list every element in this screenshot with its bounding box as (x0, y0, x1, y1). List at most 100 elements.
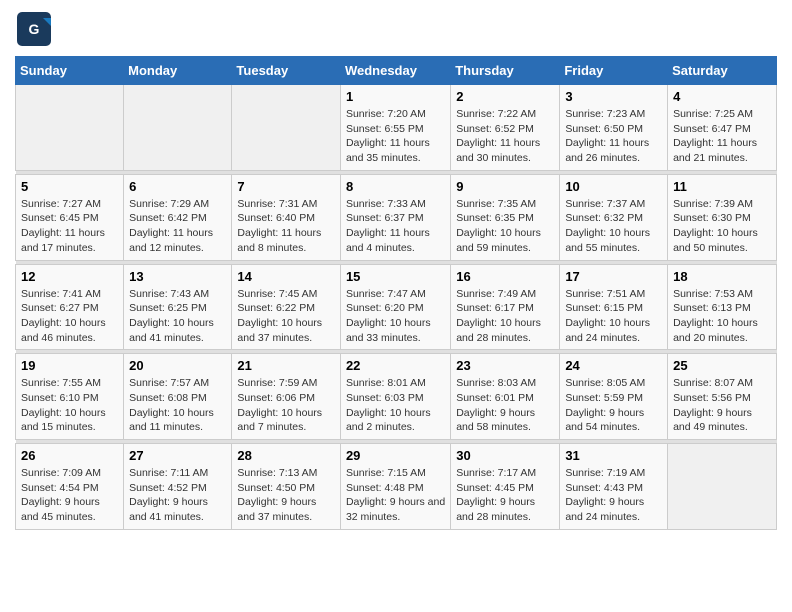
calendar-cell: 21Sunrise: 7:59 AMSunset: 6:06 PMDayligh… (232, 354, 341, 440)
page-header: G (15, 10, 777, 48)
day-number: 25 (673, 358, 771, 373)
day-info: Sunrise: 8:07 AMSunset: 5:56 PMDaylight:… (673, 376, 771, 435)
day-number: 13 (129, 269, 226, 284)
calendar-cell: 13 Sunrise: 7:43 AMSunset: 6:25 PMDayligh… (124, 264, 232, 350)
weekday-header-row: SundayMondayTuesdayWednesdayThursdayFrid… (16, 57, 777, 85)
calendar-cell: 28 Sunrise: 7:13 AMSunset: 4:50 PMDayligh… (232, 444, 341, 530)
calendar-cell: 31 Sunrise: 7:19 AMSunset: 4:43 PMDayligh… (560, 444, 668, 530)
day-number: 18 (673, 269, 771, 284)
calendar-cell (232, 85, 341, 171)
calendar-cell: 5 Sunrise: 7:27 AMSunset: 6:45 PMDaylight… (16, 174, 124, 260)
day-number: 1 (346, 89, 445, 104)
day-number: 21 (237, 358, 335, 373)
day-number: 19 (21, 358, 118, 373)
day-number: 23 (456, 358, 554, 373)
day-info: Sunrise: 7:37 AMSunset: 6:32 PMDaylight:… (565, 197, 662, 256)
calendar-cell (16, 85, 124, 171)
day-number: 5 (21, 179, 118, 194)
day-info: Sunrise: 7:39 AMSunset: 6:30 PMDaylight:… (673, 197, 771, 256)
day-info: Sunrise: 7:11 AMSunset: 4:52 PMDaylight:… (129, 466, 226, 525)
calendar-cell: 12Sunrise: 7:41 AMSunset: 6:27 PMDayligh… (16, 264, 124, 350)
calendar-cell: 8 Sunrise: 7:33 AMSunset: 6:37 PMDaylight… (340, 174, 450, 260)
weekday-header: Sunday (16, 57, 124, 85)
calendar-cell: 27 Sunrise: 7:11 AMSunset: 4:52 PMDayligh… (124, 444, 232, 530)
calendar-cell (124, 85, 232, 171)
day-info: Sunrise: 7:49 AMSunset: 6:17 PMDaylight:… (456, 287, 554, 346)
calendar-cell: 25 Sunrise: 8:07 AMSunset: 5:56 PMDayligh… (668, 354, 777, 440)
day-info: Sunrise: 7:41 AMSunset: 6:27 PMDaylight:… (21, 287, 118, 346)
day-number: 4 (673, 89, 771, 104)
calendar-cell: 22 Sunrise: 8:01 AMSunset: 6:03 PMDayligh… (340, 354, 450, 440)
day-number: 8 (346, 179, 445, 194)
day-info: Sunrise: 8:01 AMSunset: 6:03 PMDaylight:… (346, 376, 445, 435)
day-info: Sunrise: 7:15 AMSunset: 4:48 PMDaylight:… (346, 466, 445, 525)
calendar-week-row: 19 Sunrise: 7:55 AMSunset: 6:10 PMDayligh… (16, 354, 777, 440)
calendar-cell: 23 Sunrise: 8:03 AMSunset: 6:01 PMDayligh… (451, 354, 560, 440)
calendar-cell: 6 Sunrise: 7:29 AMSunset: 6:42 PMDaylight… (124, 174, 232, 260)
day-info: Sunrise: 7:33 AMSunset: 6:37 PMDaylight:… (346, 197, 445, 256)
day-info: Sunrise: 7:23 AMSunset: 6:50 PMDaylight:… (565, 107, 662, 166)
calendar-cell: 2 Sunrise: 7:22 AMSunset: 6:52 PMDaylight… (451, 85, 560, 171)
calendar-week-row: 26 Sunrise: 7:09 AMSunset: 4:54 PMDayligh… (16, 444, 777, 530)
day-info: Sunrise: 8:03 AMSunset: 6:01 PMDaylight:… (456, 376, 554, 435)
day-number: 3 (565, 89, 662, 104)
calendar-cell: 3 Sunrise: 7:23 AMSunset: 6:50 PMDaylight… (560, 85, 668, 171)
calendar-cell: 9Sunrise: 7:35 AMSunset: 6:35 PMDaylight… (451, 174, 560, 260)
svg-text:G: G (29, 21, 40, 37)
day-info: Sunrise: 7:09 AMSunset: 4:54 PMDaylight:… (21, 466, 118, 525)
calendar-cell: 19 Sunrise: 7:55 AMSunset: 6:10 PMDayligh… (16, 354, 124, 440)
calendar-cell: 30Sunrise: 7:17 AMSunset: 4:45 PMDayligh… (451, 444, 560, 530)
day-info: Sunrise: 7:43 AMSunset: 6:25 PMDaylight:… (129, 287, 226, 346)
day-info: Sunrise: 7:27 AMSunset: 6:45 PMDaylight:… (21, 197, 118, 256)
logo-icon: G (15, 10, 53, 48)
day-number: 16 (456, 269, 554, 284)
calendar-cell: 10Sunrise: 7:37 AMSunset: 6:32 PMDayligh… (560, 174, 668, 260)
calendar-cell: 24 Sunrise: 8:05 AMSunset: 5:59 PMDayligh… (560, 354, 668, 440)
day-number: 11 (673, 179, 771, 194)
day-number: 24 (565, 358, 662, 373)
page-container: G SundayMondayTuesdayWednesdayThursdayFr… (0, 0, 792, 540)
day-info: Sunrise: 8:05 AMSunset: 5:59 PMDaylight:… (565, 376, 662, 435)
day-info: Sunrise: 7:17 AMSunset: 4:45 PMDaylight:… (456, 466, 554, 525)
calendar-week-row: 12Sunrise: 7:41 AMSunset: 6:27 PMDayligh… (16, 264, 777, 350)
day-number: 14 (237, 269, 335, 284)
day-number: 28 (237, 448, 335, 463)
day-info: Sunrise: 7:29 AMSunset: 6:42 PMDaylight:… (129, 197, 226, 256)
day-number: 26 (21, 448, 118, 463)
day-info: Sunrise: 7:45 AMSunset: 6:22 PMDaylight:… (237, 287, 335, 346)
day-number: 27 (129, 448, 226, 463)
calendar-cell: 20 Sunrise: 7:57 AMSunset: 6:08 PMDayligh… (124, 354, 232, 440)
day-number: 31 (565, 448, 662, 463)
day-number: 22 (346, 358, 445, 373)
day-info: Sunrise: 7:57 AMSunset: 6:08 PMDaylight:… (129, 376, 226, 435)
logo: G (15, 10, 57, 48)
calendar-cell: 4 Sunrise: 7:25 AMSunset: 6:47 PMDaylight… (668, 85, 777, 171)
day-info: Sunrise: 7:55 AMSunset: 6:10 PMDaylight:… (21, 376, 118, 435)
day-info: Sunrise: 7:13 AMSunset: 4:50 PMDaylight:… (237, 466, 335, 525)
day-number: 29 (346, 448, 445, 463)
day-info: Sunrise: 7:22 AMSunset: 6:52 PMDaylight:… (456, 107, 554, 166)
weekday-header: Saturday (668, 57, 777, 85)
calendar-cell: 15 Sunrise: 7:47 AMSunset: 6:20 PMDayligh… (340, 264, 450, 350)
weekday-header: Friday (560, 57, 668, 85)
day-info: Sunrise: 7:19 AMSunset: 4:43 PMDaylight:… (565, 466, 662, 525)
day-info: Sunrise: 7:51 AMSunset: 6:15 PMDaylight:… (565, 287, 662, 346)
calendar-week-row: 5 Sunrise: 7:27 AMSunset: 6:45 PMDaylight… (16, 174, 777, 260)
calendar-cell: 7Sunrise: 7:31 AMSunset: 6:40 PMDaylight… (232, 174, 341, 260)
day-info: Sunrise: 7:25 AMSunset: 6:47 PMDaylight:… (673, 107, 771, 166)
day-number: 15 (346, 269, 445, 284)
day-info: Sunrise: 7:20 AMSunset: 6:55 PMDaylight:… (346, 107, 445, 166)
calendar-cell: 16 Sunrise: 7:49 AMSunset: 6:17 PMDayligh… (451, 264, 560, 350)
weekday-header: Wednesday (340, 57, 450, 85)
calendar-cell: 26 Sunrise: 7:09 AMSunset: 4:54 PMDayligh… (16, 444, 124, 530)
day-info: Sunrise: 7:53 AMSunset: 6:13 PMDaylight:… (673, 287, 771, 346)
day-info: Sunrise: 7:31 AMSunset: 6:40 PMDaylight:… (237, 197, 335, 256)
day-number: 9 (456, 179, 554, 194)
day-number: 20 (129, 358, 226, 373)
calendar-cell: 14 Sunrise: 7:45 AMSunset: 6:22 PMDayligh… (232, 264, 341, 350)
day-number: 6 (129, 179, 226, 194)
day-number: 2 (456, 89, 554, 104)
calendar-week-row: 1 Sunrise: 7:20 AMSunset: 6:55 PMDaylight… (16, 85, 777, 171)
day-info: Sunrise: 7:47 AMSunset: 6:20 PMDaylight:… (346, 287, 445, 346)
weekday-header: Monday (124, 57, 232, 85)
